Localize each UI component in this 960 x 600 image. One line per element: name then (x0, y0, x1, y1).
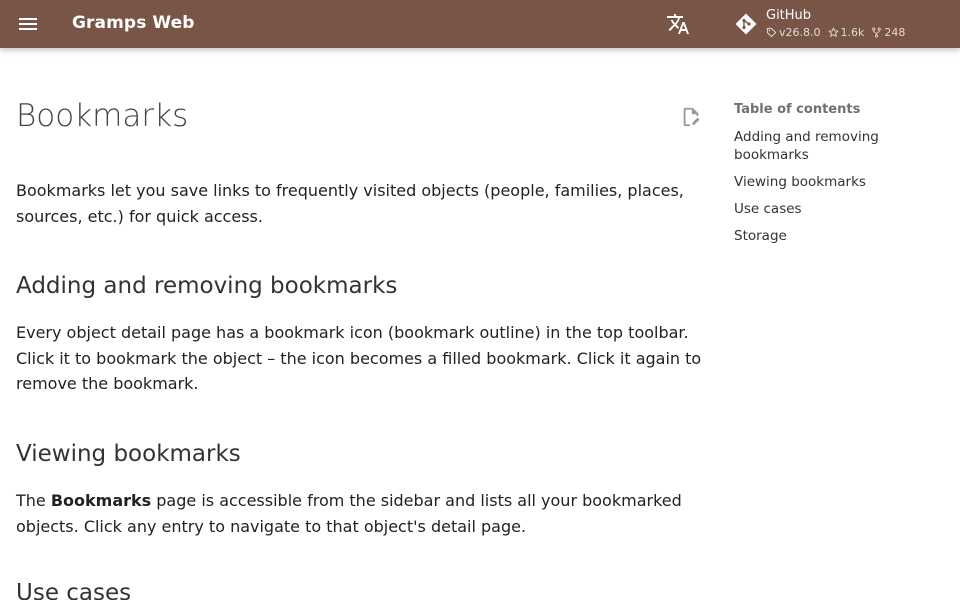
site-title[interactable]: Gramps Web (72, 13, 195, 33)
toc-item-use-cases[interactable]: Use cases (734, 200, 934, 218)
toc-item-viewing[interactable]: Viewing bookmarks (734, 173, 934, 191)
section-heading-adding: Adding and removing bookmarks (16, 273, 398, 299)
text-before: The (16, 491, 51, 510)
repo-forks: 248 (871, 26, 905, 39)
repo-stars-text: 1.6k (840, 26, 865, 39)
fork-icon (872, 27, 882, 38)
edit-page-icon[interactable] (680, 106, 702, 128)
repo-name: GitHub (766, 8, 812, 23)
top-header: Gramps Web GitHub v26.8.0 1.6k 248 (0, 0, 960, 48)
repo-version-text: v26.8.0 (779, 26, 821, 39)
section-text-adding: Every object detail page has a bookmark … (16, 323, 702, 393)
tag-icon (766, 27, 777, 38)
star-icon (827, 27, 839, 38)
repo-forks-text: 248 (884, 26, 906, 39)
toc-item-storage[interactable]: Storage (734, 227, 934, 245)
repo-facts: v26.8.0 1.6k 248 (766, 26, 912, 39)
translate-icon[interactable] (666, 12, 690, 36)
toc-title: Table of contents (734, 102, 861, 117)
repo-stars: 1.6k (827, 26, 865, 39)
table-of-contents: Table of contents Adding and removing bo… (734, 102, 934, 245)
repo-version: v26.8.0 (766, 26, 821, 39)
section-text-viewing: The Bookmarks page is accessible from th… (16, 488, 706, 539)
hamburger-menu-icon[interactable] (16, 12, 40, 36)
section-heading-use-cases: Use cases (16, 580, 132, 600)
intro-paragraph: Bookmarks let you save links to frequent… (16, 181, 684, 226)
toc-item-adding[interactable]: Adding and removing bookmarks (734, 128, 934, 164)
github-repo-link[interactable]: GitHub v26.8.0 1.6k 248 (734, 6, 934, 44)
git-diamond-icon (734, 12, 758, 36)
page-title: Bookmarks (16, 98, 189, 134)
bookmarks-bold: Bookmarks (50, 491, 152, 510)
section-heading-viewing: Viewing bookmarks (16, 441, 241, 467)
